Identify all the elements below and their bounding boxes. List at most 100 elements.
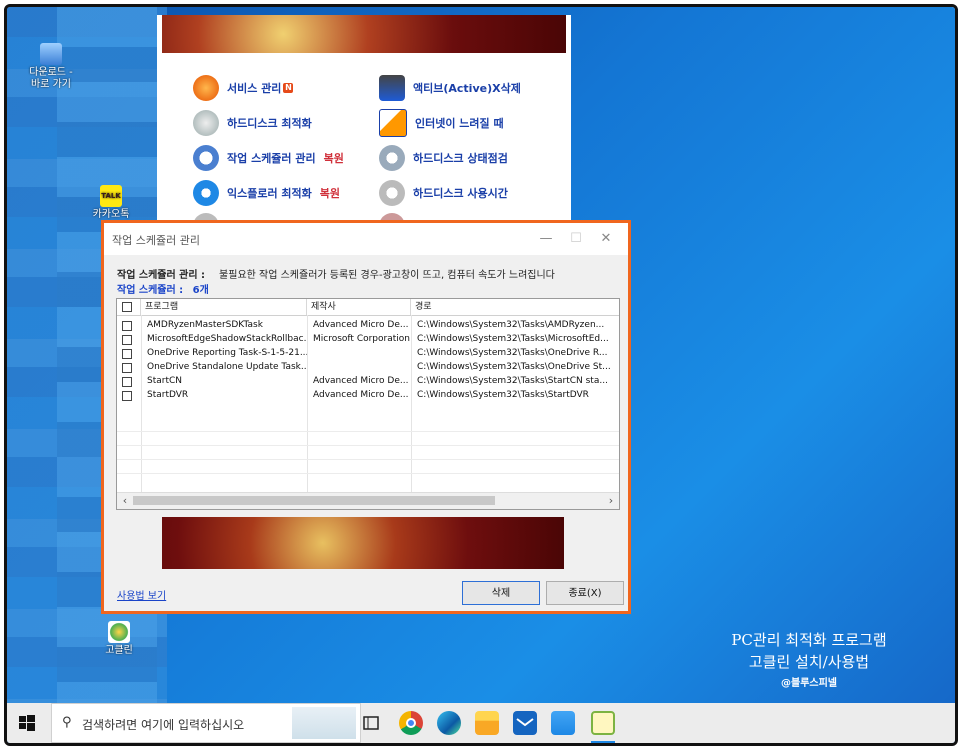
menu-label: 인터넷이 느려질 때 [415, 117, 504, 130]
dialog-title: 작업 스케쥴러 관리 [112, 234, 200, 247]
menu-disk-check[interactable]: 하드디스크 상태점검 [379, 145, 508, 171]
table-row[interactable]: OneDrive Reporting Task-S-1-5-21... C:\W… [117, 346, 619, 360]
restore-label[interactable]: 복원 [324, 150, 344, 166]
scroll-thumb[interactable] [133, 496, 495, 505]
desktop-icon-label: 고클린 [105, 645, 133, 656]
dialog-banner-image [162, 517, 564, 569]
search-icon: ⚲ [62, 715, 72, 730]
search-highlight-image [292, 707, 356, 739]
cell-vendor: Microsoft Corporation [313, 334, 410, 344]
scroll-left-icon[interactable]: ‹ [118, 494, 132, 508]
horizontal-scrollbar[interactable]: ‹ › [117, 492, 619, 509]
menu-label: 액티브(Active)X삭제 [413, 82, 521, 95]
windows-start-icon[interactable] [17, 713, 37, 733]
restore-label[interactable]: 복원 [320, 185, 340, 201]
menu-label: 하드디스크 최적화 [227, 117, 312, 130]
row-checkbox[interactable] [122, 391, 132, 401]
grid-line [117, 473, 619, 474]
new-badge: N [283, 83, 294, 93]
table-row[interactable]: AMDRyzenMasterSDKTask Advanced Micro De.… [117, 318, 619, 332]
exit-button[interactable]: 종료(X) [546, 581, 624, 605]
grid-line [117, 459, 619, 460]
count-label: 작업 스케쥴러 : [117, 285, 184, 296]
cell-path: C:\Windows\System32\Tasks\AMDRyzen... [417, 320, 605, 330]
scheduler-list[interactable]: 프로그램 제작사 경로 AMDRyzenMasterSDKTask Advanc… [116, 298, 620, 510]
cell-program: OneDrive Standalone Update Task... [147, 362, 307, 372]
close-window-button[interactable]: ✕ [594, 229, 618, 249]
row-checkbox[interactable] [122, 349, 132, 359]
select-all-checkbox[interactable] [122, 302, 132, 312]
desktop-icon-goclean[interactable]: 고클린 [87, 621, 151, 657]
table-row[interactable]: StartCN Advanced Micro De... C:\Windows\… [117, 374, 619, 388]
delete-button[interactable]: 삭제 [462, 581, 540, 605]
table-row[interactable]: MicrosoftEdgeShadowStackRollbac... Micro… [117, 332, 619, 346]
desktop-icon-downloads[interactable]: 다운로드 - 바로 가기 [19, 43, 83, 91]
column-header-program[interactable]: 프로그램 [141, 299, 307, 315]
cell-program: OneDrive Reporting Task-S-1-5-21... [147, 348, 307, 358]
watermark-line2: 고클린 설치/사용법 [748, 653, 870, 671]
dialog-titlebar[interactable]: 작업 스케쥴러 관리 — ☐ ✕ [104, 223, 628, 255]
minimize-button[interactable]: — [534, 229, 558, 249]
table-row[interactable]: StartDVR Advanced Micro De... C:\Windows… [117, 388, 619, 402]
cell-path: C:\Windows\System32\Tasks\StartDVR [417, 390, 589, 400]
menu-scheduler-manage[interactable]: 작업 스케쥴러 관리 복원 [193, 145, 344, 171]
cell-vendor [309, 346, 411, 360]
info-label: 작업 스케쥴러 관리 : [117, 270, 206, 281]
mail-icon[interactable] [513, 711, 537, 735]
desktop-icon-kakaotalk[interactable]: TALK 카카오톡 [79, 185, 143, 221]
menu-disk-usage-time[interactable]: 하드디스크 사용시간 [379, 180, 508, 206]
store-icon[interactable] [551, 711, 575, 735]
gear-service-icon [193, 75, 219, 101]
cell-path: C:\Windows\System32\Tasks\OneDrive St... [417, 362, 611, 372]
internet-icon [379, 109, 407, 137]
cell-program: StartDVR [147, 390, 189, 400]
usage-link[interactable]: 사용법 보기 [117, 587, 166, 602]
menu-explorer-optimize[interactable]: 익스플로러 최적화 복원 [193, 180, 340, 206]
menu-label: 서비스 관리 [227, 82, 282, 95]
menu-label: 익스플로러 최적화 [227, 187, 312, 200]
row-checkbox[interactable] [122, 321, 132, 331]
task-view-icon[interactable] [359, 711, 383, 735]
screenshot-frame: 다운로드 - 바로 가기 TALK 카카오톡 고클린 서비스 관리 N 액티브(A… [4, 4, 958, 746]
search-placeholder: 검색하려면 여기에 입력하십시오 [82, 718, 245, 732]
cell-program: AMDRyzenMasterSDKTask [147, 320, 263, 330]
cell-vendor: Advanced Micro De... [313, 320, 409, 330]
count-value: 6개 [192, 285, 209, 296]
goclean-taskbar-icon[interactable] [591, 711, 615, 735]
menu-activex-delete[interactable]: 액티브(Active)X삭제 [379, 75, 521, 101]
header-check-cell [117, 299, 141, 315]
grid-line [117, 445, 619, 446]
table-row[interactable]: OneDrive Standalone Update Task... C:\Wi… [117, 360, 619, 374]
edge-icon[interactable] [437, 711, 461, 735]
explorer-icon [193, 180, 219, 206]
taskbar: ⚲ 검색하려면 여기에 입력하십시오 [7, 703, 955, 743]
maximize-button[interactable]: ☐ [564, 229, 588, 249]
info-line: 작업 스케쥴러 관리 : 불필요한 작업 스케쥴러가 등록된 경우-광고창이 뜨고… [117, 266, 555, 281]
menu-internet-slow[interactable]: 인터넷이 느려질 때 [379, 109, 504, 137]
disk-time-icon [379, 180, 405, 206]
chrome-icon[interactable] [399, 711, 423, 735]
cell-vendor: Advanced Micro De... [313, 390, 409, 400]
shortcut-folder-icon [40, 43, 62, 65]
active-app-indicator [591, 741, 615, 743]
menu-disk-optimize[interactable]: 하드디스크 최적화 [193, 110, 312, 136]
row-checkbox[interactable] [122, 363, 132, 373]
kakaotalk-icon: TALK [100, 185, 122, 207]
cell-path: C:\Windows\System32\Tasks\OneDrive R... [417, 348, 608, 358]
watermark-line1: PC관리 최적화 프로그램 [731, 631, 887, 649]
row-checkbox[interactable] [122, 377, 132, 387]
row-checkbox[interactable] [122, 335, 132, 345]
menu-label: 하드디스크 상태점검 [413, 152, 508, 165]
cell-vendor [309, 360, 411, 374]
scroll-right-icon[interactable]: › [604, 494, 618, 508]
cell-path: C:\Windows\System32\Tasks\MicrosoftEd... [417, 334, 609, 344]
menu-label: 하드디스크 사용시간 [413, 187, 508, 200]
app-banner-image [162, 15, 566, 53]
cell-program: MicrosoftEdgeShadowStackRollbac... [147, 334, 307, 344]
menu-service-manage[interactable]: 서비스 관리 N [193, 75, 294, 101]
file-explorer-icon[interactable] [475, 711, 499, 735]
goclean-icon [108, 621, 130, 643]
column-header-path[interactable]: 경로 [411, 299, 619, 315]
column-header-vendor[interactable]: 제작사 [307, 299, 411, 315]
taskbar-search-box[interactable]: ⚲ 검색하려면 여기에 입력하십시오 [51, 703, 361, 743]
